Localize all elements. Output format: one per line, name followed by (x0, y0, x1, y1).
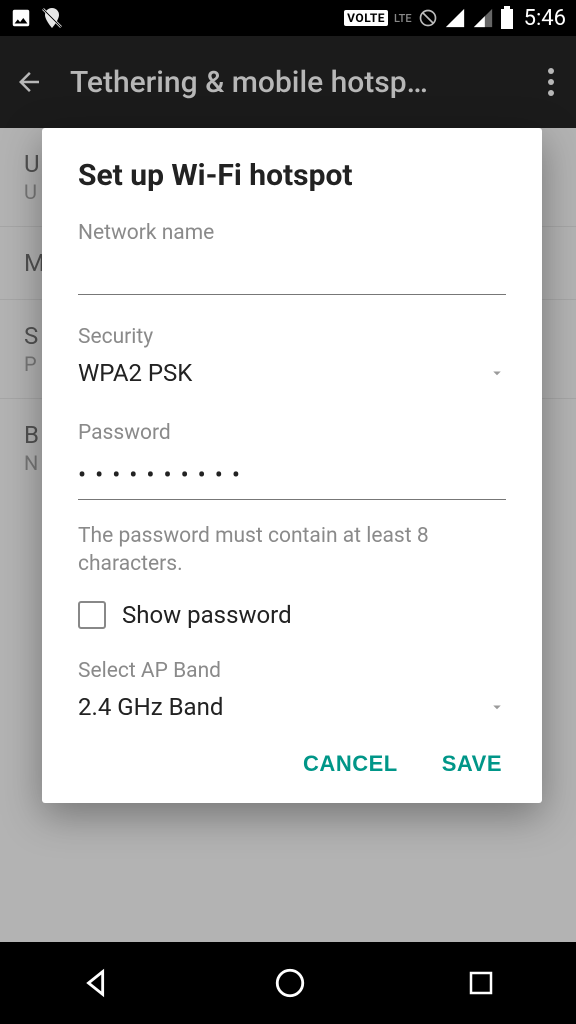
image-icon (10, 7, 32, 29)
status-bar: VOLTE LTE 5:46 (0, 0, 576, 36)
save-button[interactable]: SAVE (442, 751, 502, 777)
location-off-icon (40, 6, 64, 30)
cancel-button[interactable]: CANCEL (303, 751, 398, 777)
password-field: Password •••••••••• (78, 421, 506, 500)
ap-band-field[interactable]: Select AP Band 2.4 GHz Band (78, 659, 506, 725)
no-sim-icon (418, 8, 438, 28)
signal-1-icon (444, 7, 466, 29)
show-password-label: Show password (122, 601, 292, 629)
password-hint: The password must contain at least 8 cha… (78, 522, 506, 579)
chevron-down-icon (488, 698, 506, 716)
security-value: WPA2 PSK (78, 355, 192, 391)
nav-home-icon[interactable] (273, 966, 307, 1000)
dialog-title: Set up Wi-Fi hotspot (78, 158, 506, 193)
back-icon[interactable] (14, 67, 44, 97)
security-field[interactable]: Security WPA2 PSK (78, 325, 506, 391)
app-bar: Tethering & mobile hotsp… (0, 36, 576, 128)
ap-band-value: 2.4 GHz Band (78, 689, 223, 725)
clock: 5:46 (524, 6, 566, 31)
chevron-down-icon (488, 364, 506, 382)
show-password-row[interactable]: Show password (78, 601, 506, 629)
network-name-input[interactable] (78, 251, 506, 295)
volte-badge: VOLTE (344, 10, 388, 26)
password-label: Password (78, 421, 506, 445)
wifi-hotspot-dialog: Set up Wi-Fi hotspot Network name Securi… (42, 128, 542, 803)
page-title: Tethering & mobile hotsp… (70, 65, 514, 100)
overflow-menu-icon[interactable] (540, 60, 562, 104)
battery-icon (500, 6, 514, 30)
nav-back-icon[interactable] (80, 966, 114, 1000)
network-name-label: Network name (78, 221, 506, 245)
dialog-actions: CANCEL SAVE (78, 735, 506, 787)
navigation-bar (0, 942, 576, 1024)
password-input[interactable]: •••••••••• (78, 451, 506, 500)
show-password-checkbox[interactable] (78, 601, 106, 629)
lte-indicator: LTE (394, 12, 412, 25)
security-label: Security (78, 325, 506, 349)
ap-band-label: Select AP Band (78, 659, 506, 683)
nav-recent-icon[interactable] (466, 968, 496, 998)
signal-2-icon (472, 7, 494, 29)
network-name-field: Network name (78, 221, 506, 295)
